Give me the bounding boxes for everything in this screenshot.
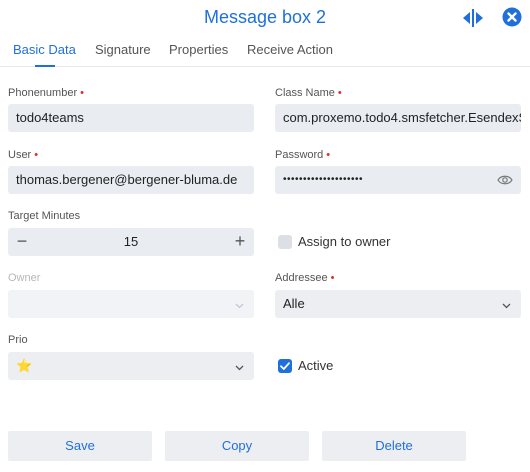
target-minutes-label: Target Minutes <box>8 210 81 222</box>
class-name-label: Class Name • <box>275 87 342 99</box>
class-name-field[interactable]: com.proxemo.todo4.smsfetcher.EsendexSMSF… <box>275 104 521 132</box>
user-label: User • <box>8 149 39 161</box>
target-minutes-value[interactable]: 15 <box>8 228 254 256</box>
required-marker: • <box>34 149 39 161</box>
owner-select <box>8 290 254 318</box>
save-button[interactable]: Save <box>8 431 152 461</box>
tab-basic-data[interactable]: Basic Data <box>13 42 76 57</box>
eye-icon[interactable] <box>497 174 513 186</box>
star-icon: ⭐ <box>16 358 33 373</box>
required-marker: • <box>326 149 331 161</box>
tab-bar: Basic Data Signature Properties Receive … <box>0 36 530 67</box>
required-marker: • <box>330 272 335 284</box>
copy-button[interactable]: Copy <box>165 431 309 461</box>
tab-signature[interactable]: Signature <box>95 42 151 57</box>
password-value: •••••••••••••••••••• <box>283 174 364 185</box>
check-icon <box>280 362 290 370</box>
dialog-header: Message box 2 <box>0 0 530 36</box>
prio-select[interactable]: ⭐ <box>8 352 254 380</box>
active-label[interactable]: Active <box>298 358 333 373</box>
close-icon[interactable] <box>502 7 522 27</box>
addressee-value: Alle <box>283 296 305 311</box>
phonenumber-field[interactable]: todo4teams <box>8 104 254 132</box>
active-checkbox[interactable] <box>278 359 292 373</box>
addressee-label: Addressee • <box>275 272 335 284</box>
password-field[interactable]: •••••••••••••••••••• <box>275 166 521 194</box>
chevron-down-icon <box>235 365 244 371</box>
dialog-title: Message box 2 <box>203 7 327 27</box>
chevron-down-icon <box>235 303 244 309</box>
required-marker: • <box>337 87 342 99</box>
tab-receive-action[interactable]: Receive Action <box>247 42 333 57</box>
required-marker: • <box>80 87 84 99</box>
split-view-icon[interactable] <box>462 8 484 28</box>
chevron-down-icon <box>502 303 511 309</box>
password-label: Password • <box>275 149 331 161</box>
assign-to-owner-checkbox[interactable] <box>278 235 292 249</box>
user-field[interactable]: thomas.bergener@bergener-bluma.de <box>8 166 254 194</box>
target-minutes-stepper[interactable]: − 15 + <box>8 228 254 256</box>
tab-properties[interactable]: Properties <box>169 42 228 57</box>
prio-label: Prio <box>8 334 28 346</box>
increment-button[interactable]: + <box>226 228 254 256</box>
delete-button[interactable]: Delete <box>322 431 466 461</box>
owner-label: Owner <box>8 272 41 284</box>
addressee-select[interactable]: Alle <box>275 290 521 318</box>
assign-to-owner-label[interactable]: Assign to owner <box>298 234 391 249</box>
active-tab-indicator <box>35 65 55 67</box>
phonenumber-label: Phonenumber • <box>8 87 84 99</box>
